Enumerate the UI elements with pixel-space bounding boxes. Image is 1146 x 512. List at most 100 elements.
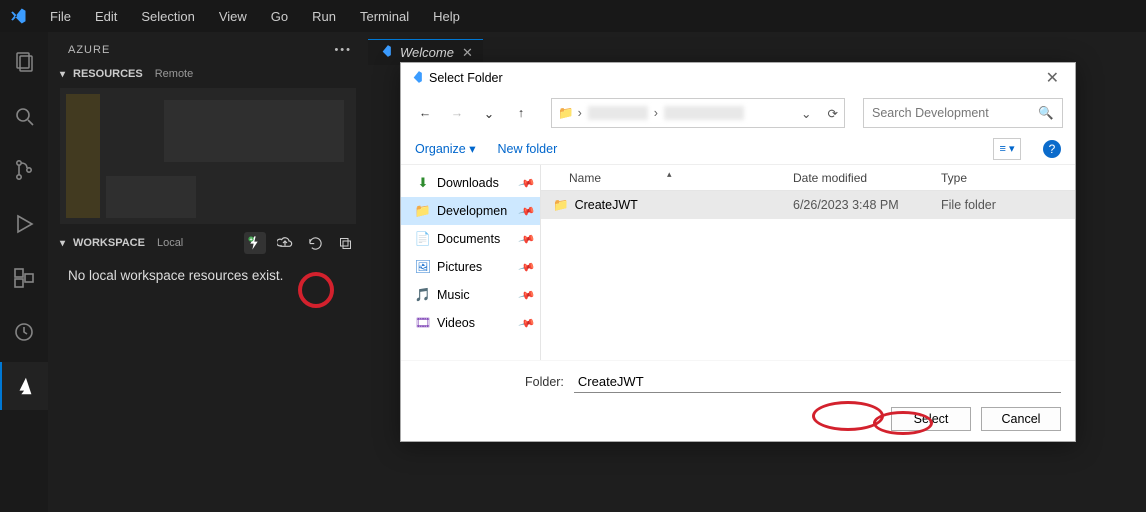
tree-label: Pictures (437, 260, 482, 274)
workspace-label: WORKSPACE (73, 237, 145, 249)
view-mode-button[interactable]: ≡ ▾ (993, 138, 1021, 160)
tree-label: Documents (437, 232, 500, 246)
row-date: 6/26/2023 3:48 PM (793, 198, 941, 212)
menu-file[interactable]: File (40, 5, 81, 28)
select-folder-dialog: Select Folder ✕ ← → ⌄ ↑ 📁 › › ⌄ ⟳ Search… (400, 62, 1076, 442)
tree-item-documents[interactable]: 📄 Documents 📌 (401, 225, 540, 253)
pin-icon: 📌 (518, 286, 536, 304)
tree-item-development[interactable]: 📁 Developmen 📌 (401, 197, 540, 225)
menu-help[interactable]: Help (423, 5, 470, 28)
run-debug-icon[interactable] (0, 200, 48, 248)
pin-icon: 📌 (518, 314, 536, 332)
download-icon: ⬇ (415, 175, 431, 191)
pin-icon: 📌 (518, 202, 536, 220)
col-type[interactable]: Type (941, 171, 1075, 185)
resources-placeholder (60, 88, 356, 224)
folder-field[interactable] (574, 371, 1061, 393)
file-list: Name▴ Date modified Type 📁 CreateJWT 6/26… (541, 165, 1075, 360)
azure-panel: AZURE ••• ▾ RESOURCES Remote ▾ WORKSPACE… (48, 32, 368, 512)
nav-forward-icon[interactable]: → (445, 101, 469, 125)
activity-bar (0, 32, 48, 512)
organize-button[interactable]: Organize ▾ (415, 141, 475, 156)
menu-terminal[interactable]: Terminal (350, 5, 419, 28)
azure-icon[interactable] (0, 362, 48, 410)
tree-item-downloads[interactable]: ⬇ Downloads 📌 (401, 169, 540, 197)
folder-icon: 📁 (415, 203, 431, 219)
music-icon: 🎵 (415, 287, 431, 303)
chevron-down-icon[interactable]: ⌄ (801, 106, 811, 121)
timeline-icon[interactable] (0, 308, 48, 356)
highlight-ellipse (812, 401, 884, 431)
document-icon: 📄 (415, 231, 431, 247)
tree-item-music[interactable]: 🎵 Music 📌 (401, 281, 540, 309)
tree-label: Developmen (437, 204, 507, 218)
search-input[interactable]: Search Development 🔍 (863, 98, 1063, 128)
close-icon[interactable]: ✕ (1038, 68, 1067, 88)
dialog-titlebar: Select Folder ✕ (401, 63, 1075, 93)
folder-tree: ⬇ Downloads 📌 📁 Developmen 📌 📄 Documents 📌 🖼 Pi… (401, 165, 541, 360)
pin-icon: 📌 (518, 174, 536, 192)
row-name: CreateJWT (575, 198, 638, 212)
resources-section-header[interactable]: ▾ RESOURCES Remote (48, 64, 368, 84)
workspace-section-header[interactable]: ▾ WORKSPACE Local + (48, 228, 368, 258)
chevron-down-icon: ▾ (60, 238, 65, 249)
nav-up-icon[interactable]: ↑ (509, 101, 533, 125)
panel-title: AZURE (68, 44, 110, 56)
folder-icon: 📁 (553, 198, 569, 213)
list-row[interactable]: 📁 CreateJWT 6/26/2023 3:48 PM File folder (541, 191, 1075, 219)
pin-icon: 📌 (518, 230, 536, 248)
menu-selection[interactable]: Selection (131, 5, 204, 28)
help-icon[interactable]: ? (1043, 140, 1061, 158)
panel-more-icon[interactable]: ••• (334, 44, 352, 56)
col-date[interactable]: Date modified (793, 171, 941, 185)
no-local-message: No local workspace resources exist. (48, 258, 368, 293)
menu-edit[interactable]: Edit (85, 5, 127, 28)
row-type: File folder (941, 198, 1075, 212)
menu-run[interactable]: Run (302, 5, 346, 28)
tree-label: Music (437, 288, 470, 302)
sort-asc-icon: ▴ (667, 169, 672, 180)
workspace-sublabel: Local (157, 237, 183, 249)
folder-label: Folder: (415, 375, 564, 389)
menu-go[interactable]: Go (261, 5, 298, 28)
tree-label: Videos (437, 316, 475, 330)
close-icon[interactable]: ✕ (462, 45, 473, 61)
title-bar: File Edit Selection View Go Run Terminal… (0, 0, 1146, 32)
tree-item-videos[interactable]: 🎞Videos📌 (401, 309, 540, 337)
new-folder-button[interactable]: New folder (497, 142, 557, 156)
select-button[interactable]: Select (891, 407, 971, 431)
dialog-footer: Folder: Select Cancel (401, 360, 1075, 441)
nav-back-icon[interactable]: ← (413, 101, 437, 125)
resources-label: RESOURCES (73, 68, 143, 80)
pictures-icon: 🖼 (415, 259, 431, 275)
extensions-icon[interactable] (0, 254, 48, 302)
dialog-nav: ← → ⌄ ↑ 📁 › › ⌄ ⟳ Search Development 🔍 (401, 93, 1075, 133)
cancel-button[interactable]: Cancel (981, 407, 1061, 431)
svg-text:+: + (249, 237, 252, 243)
list-header: Name▴ Date modified Type (541, 165, 1075, 191)
vscode-logo-icon (8, 6, 28, 26)
col-name[interactable]: Name▴ (541, 171, 793, 185)
search-placeholder: Search Development (872, 106, 989, 120)
explorer-icon[interactable] (0, 38, 48, 86)
collapse-icon[interactable] (334, 232, 356, 254)
search-icon[interactable] (0, 92, 48, 140)
deploy-icon[interactable] (274, 232, 296, 254)
vscode-logo-icon (378, 44, 392, 61)
dialog-title: Select Folder (429, 71, 503, 85)
create-function-icon[interactable]: + (244, 232, 266, 254)
refresh-icon[interactable]: ⟳ (828, 106, 838, 121)
pin-icon: 📌 (518, 258, 536, 276)
resources-sublabel: Remote (155, 68, 194, 80)
tree-label: Downloads (437, 176, 499, 190)
menu-view[interactable]: View (209, 5, 257, 28)
refresh-icon[interactable] (304, 232, 326, 254)
tab-label: Welcome (400, 45, 454, 60)
tree-item-pictures[interactable]: 🖼 Pictures 📌 (401, 253, 540, 281)
address-bar[interactable]: 📁 › › ⌄ ⟳ (551, 98, 845, 128)
folder-icon: 📁 (558, 106, 574, 121)
vscode-logo-icon (409, 70, 423, 87)
nav-recent-icon[interactable]: ⌄ (477, 101, 501, 125)
chevron-down-icon: ▾ (60, 69, 65, 80)
source-control-icon[interactable] (0, 146, 48, 194)
